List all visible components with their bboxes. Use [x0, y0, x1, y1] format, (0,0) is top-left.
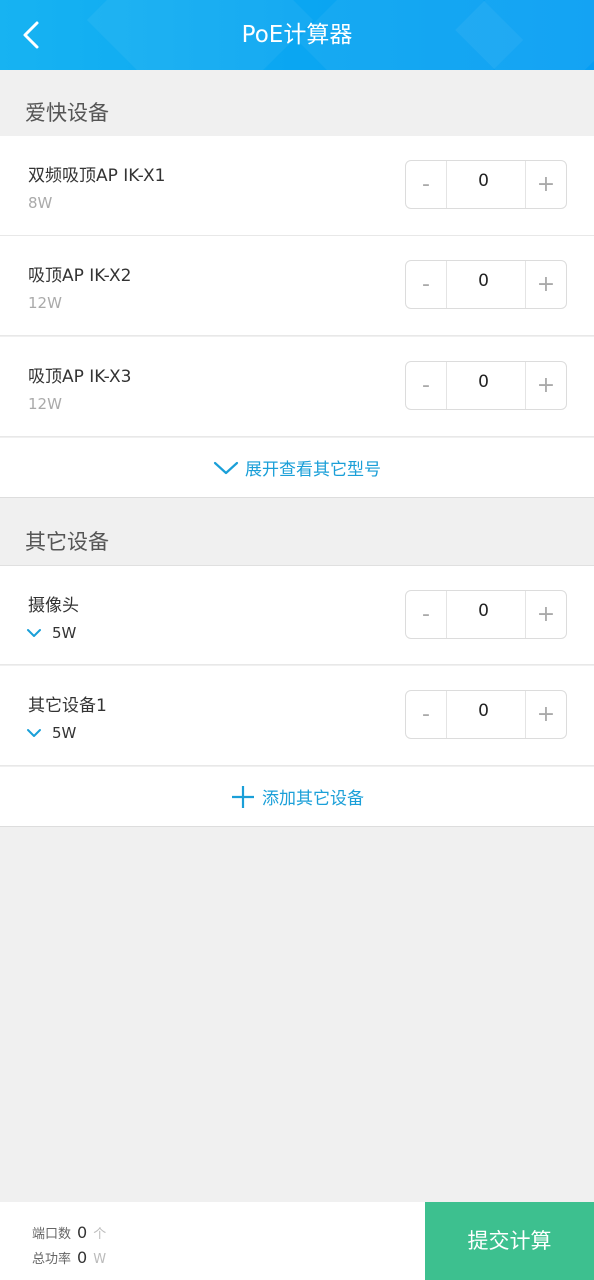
- decrement-button[interactable]: -: [406, 161, 447, 208]
- quantity-stepper: - 0 +: [405, 590, 567, 639]
- port-count-unit: 个: [93, 1227, 107, 1242]
- chevron-down-icon: [27, 729, 41, 737]
- decrement-button[interactable]: -: [406, 691, 447, 738]
- quantity-stepper: - 0 +: [405, 361, 567, 410]
- device-name: 吸顶AP IK-X2: [28, 266, 132, 286]
- total-power-value: 0: [77, 1248, 88, 1267]
- device-row: 其它设备1 5W - 0 +: [0, 666, 594, 766]
- device-row: 双频吸顶AP IK-X1 8W - 0 +: [0, 136, 594, 236]
- back-button[interactable]: [14, 15, 54, 55]
- quantity-stepper: - 0 +: [405, 160, 567, 209]
- watt-selector[interactable]: 5W: [26, 624, 76, 642]
- port-count-stat: 端口数 0 个: [32, 1223, 106, 1242]
- port-count-value: 0: [77, 1223, 88, 1242]
- section-title-other: 其它设备: [25, 530, 109, 554]
- increment-button[interactable]: +: [525, 261, 566, 308]
- decrement-button[interactable]: -: [406, 261, 447, 308]
- device-name: 其它设备1: [28, 696, 107, 716]
- chevron-left-icon: [23, 21, 39, 49]
- watt-value: 5W: [52, 624, 77, 642]
- decrement-button[interactable]: -: [406, 591, 447, 638]
- device-watt: 12W: [28, 395, 62, 413]
- device-name: 吸顶AP IK-X3: [28, 367, 132, 387]
- quantity-value[interactable]: 0: [447, 591, 520, 638]
- quantity-stepper: - 0 +: [405, 260, 567, 309]
- device-watt: 12W: [28, 294, 62, 312]
- page-title: PoE计算器: [241, 22, 353, 48]
- device-row: 摄像头 5W - 0 +: [0, 565, 594, 665]
- chevron-down-icon: [27, 629, 41, 637]
- total-power-label: 总功率: [32, 1252, 72, 1267]
- submit-calculation-button[interactable]: 提交计算: [425, 1202, 594, 1280]
- total-power-unit: W: [93, 1252, 107, 1267]
- device-row: 吸顶AP IK-X3 12W - 0 +: [0, 337, 594, 437]
- section-title-brand: 爱快设备: [25, 101, 109, 125]
- quantity-value[interactable]: 0: [447, 161, 520, 208]
- increment-button[interactable]: +: [525, 691, 566, 738]
- quantity-value[interactable]: 0: [447, 362, 520, 409]
- device-name: 双频吸顶AP IK-X1: [28, 166, 166, 186]
- device-name: 摄像头: [28, 596, 79, 616]
- port-count-label: 端口数: [32, 1227, 72, 1242]
- app-header: PoE计算器: [0, 0, 594, 70]
- quantity-value[interactable]: 0: [447, 261, 520, 308]
- watt-selector[interactable]: 5W: [26, 724, 76, 742]
- plus-icon: [232, 785, 254, 808]
- device-row: 吸顶AP IK-X2 12W - 0 +: [0, 236, 594, 336]
- increment-button[interactable]: +: [525, 591, 566, 638]
- chevron-down-icon: [213, 461, 239, 474]
- increment-button[interactable]: +: [525, 362, 566, 409]
- decrement-button[interactable]: -: [406, 362, 447, 409]
- watt-value: 5W: [52, 724, 77, 742]
- total-power-stat: 总功率 0 W: [32, 1248, 106, 1267]
- device-watt: 8W: [28, 194, 53, 212]
- add-label: 添加其它设备: [262, 789, 364, 809]
- expand-label: 展开查看其它型号: [245, 460, 381, 480]
- expand-more-models-button[interactable]: 展开查看其它型号: [0, 438, 594, 498]
- quantity-stepper: - 0 +: [405, 690, 567, 739]
- increment-button[interactable]: +: [525, 161, 566, 208]
- add-other-device-button[interactable]: 添加其它设备: [0, 767, 594, 827]
- quantity-value[interactable]: 0: [447, 691, 520, 738]
- footer-bar: 端口数 0 个 总功率 0 W 提交计算: [0, 1202, 594, 1280]
